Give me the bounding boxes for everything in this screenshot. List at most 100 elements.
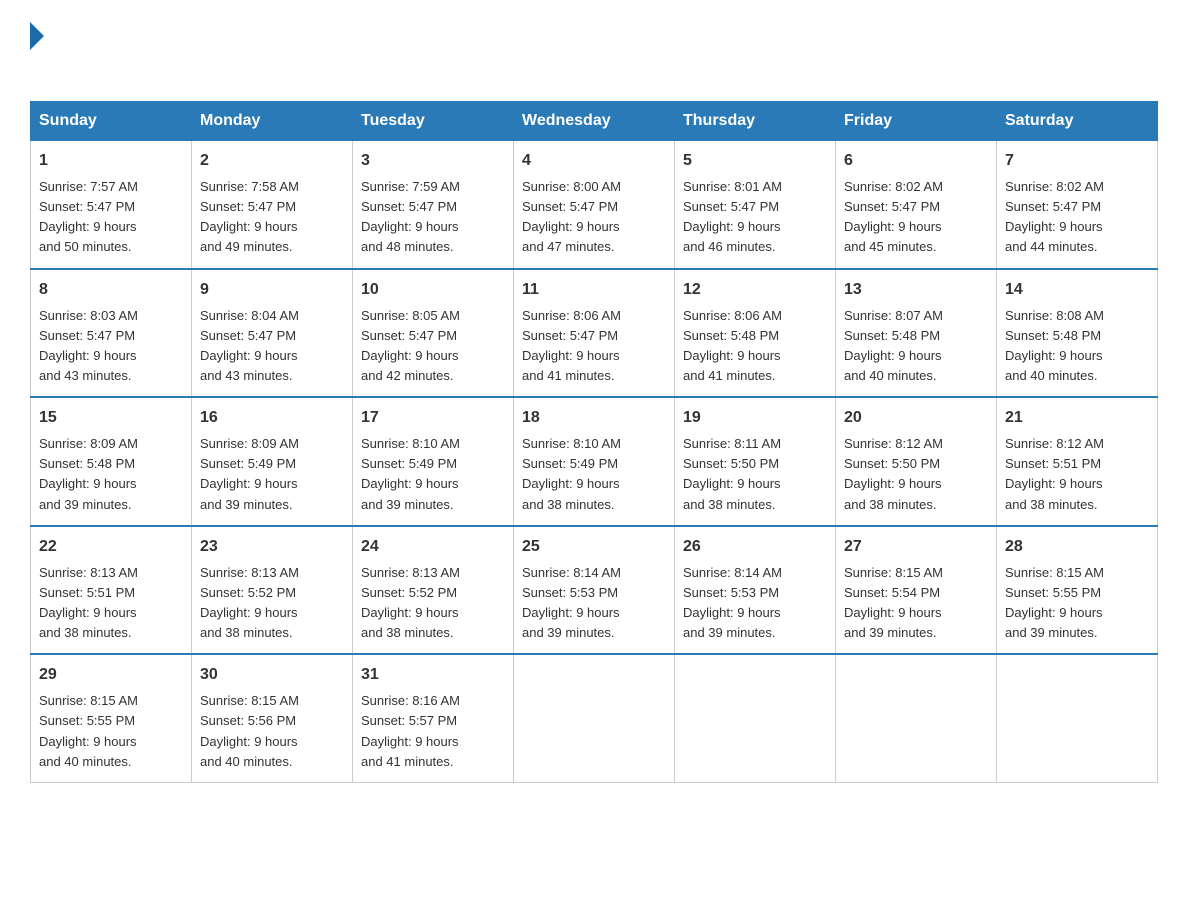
day-info: Sunrise: 8:08 AM Sunset: 5:48 PM Dayligh… — [1005, 306, 1149, 387]
day-number: 4 — [522, 149, 666, 173]
day-cell-11: 11 Sunrise: 8:06 AM Sunset: 5:47 PM Dayl… — [514, 269, 675, 398]
day-cell-26: 26 Sunrise: 8:14 AM Sunset: 5:53 PM Dayl… — [675, 526, 836, 655]
day-number: 6 — [844, 149, 988, 173]
day-cell-15: 15 Sunrise: 8:09 AM Sunset: 5:48 PM Dayl… — [31, 397, 192, 526]
day-info: Sunrise: 8:06 AM Sunset: 5:48 PM Dayligh… — [683, 306, 827, 387]
day-number: 31 — [361, 663, 505, 687]
empty-cell — [836, 654, 997, 782]
day-info: Sunrise: 8:16 AM Sunset: 5:57 PM Dayligh… — [361, 691, 505, 772]
day-info: Sunrise: 8:12 AM Sunset: 5:51 PM Dayligh… — [1005, 434, 1149, 515]
day-number: 8 — [39, 278, 183, 302]
calendar-table: SundayMondayTuesdayWednesdayThursdayFrid… — [30, 101, 1158, 783]
day-info: Sunrise: 8:04 AM Sunset: 5:47 PM Dayligh… — [200, 306, 344, 387]
week-row-1: 1 Sunrise: 7:57 AM Sunset: 5:47 PM Dayli… — [31, 141, 1158, 269]
logo-arrow-icon — [30, 22, 44, 50]
day-number: 20 — [844, 406, 988, 430]
day-cell-13: 13 Sunrise: 8:07 AM Sunset: 5:48 PM Dayl… — [836, 269, 997, 398]
empty-cell — [514, 654, 675, 782]
week-row-5: 29 Sunrise: 8:15 AM Sunset: 5:55 PM Dayl… — [31, 654, 1158, 782]
day-cell-5: 5 Sunrise: 8:01 AM Sunset: 5:47 PM Dayli… — [675, 141, 836, 269]
day-info: Sunrise: 8:14 AM Sunset: 5:53 PM Dayligh… — [683, 563, 827, 644]
day-number: 24 — [361, 535, 505, 559]
day-cell-21: 21 Sunrise: 8:12 AM Sunset: 5:51 PM Dayl… — [997, 397, 1158, 526]
day-number: 1 — [39, 149, 183, 173]
day-cell-23: 23 Sunrise: 8:13 AM Sunset: 5:52 PM Dayl… — [192, 526, 353, 655]
day-info: Sunrise: 8:10 AM Sunset: 5:49 PM Dayligh… — [522, 434, 666, 515]
day-info: Sunrise: 8:15 AM Sunset: 5:55 PM Dayligh… — [39, 691, 183, 772]
day-info: Sunrise: 8:09 AM Sunset: 5:49 PM Dayligh… — [200, 434, 344, 515]
day-cell-25: 25 Sunrise: 8:14 AM Sunset: 5:53 PM Dayl… — [514, 526, 675, 655]
day-number: 3 — [361, 149, 505, 173]
day-cell-16: 16 Sunrise: 8:09 AM Sunset: 5:49 PM Dayl… — [192, 397, 353, 526]
day-info: Sunrise: 7:58 AM Sunset: 5:47 PM Dayligh… — [200, 177, 344, 258]
day-info: Sunrise: 8:05 AM Sunset: 5:47 PM Dayligh… — [361, 306, 505, 387]
day-info: Sunrise: 8:10 AM Sunset: 5:49 PM Dayligh… — [361, 434, 505, 515]
header-cell-tuesday: Tuesday — [353, 102, 514, 141]
day-info: Sunrise: 8:13 AM Sunset: 5:52 PM Dayligh… — [200, 563, 344, 644]
day-number: 11 — [522, 278, 666, 302]
day-cell-2: 2 Sunrise: 7:58 AM Sunset: 5:47 PM Dayli… — [192, 141, 353, 269]
day-cell-27: 27 Sunrise: 8:15 AM Sunset: 5:54 PM Dayl… — [836, 526, 997, 655]
day-number: 19 — [683, 406, 827, 430]
week-row-4: 22 Sunrise: 8:13 AM Sunset: 5:51 PM Dayl… — [31, 526, 1158, 655]
day-cell-28: 28 Sunrise: 8:15 AM Sunset: 5:55 PM Dayl… — [997, 526, 1158, 655]
day-info: Sunrise: 8:09 AM Sunset: 5:48 PM Dayligh… — [39, 434, 183, 515]
day-info: Sunrise: 8:01 AM Sunset: 5:47 PM Dayligh… — [683, 177, 827, 258]
day-info: Sunrise: 8:07 AM Sunset: 5:48 PM Dayligh… — [844, 306, 988, 387]
week-row-2: 8 Sunrise: 8:03 AM Sunset: 5:47 PM Dayli… — [31, 269, 1158, 398]
day-number: 5 — [683, 149, 827, 173]
day-number: 30 — [200, 663, 344, 687]
day-number: 26 — [683, 535, 827, 559]
day-info: Sunrise: 8:02 AM Sunset: 5:47 PM Dayligh… — [1005, 177, 1149, 258]
day-cell-1: 1 Sunrise: 7:57 AM Sunset: 5:47 PM Dayli… — [31, 141, 192, 269]
day-number: 23 — [200, 535, 344, 559]
day-info: Sunrise: 7:57 AM Sunset: 5:47 PM Dayligh… — [39, 177, 183, 258]
page-header — [30, 20, 1158, 81]
day-number: 17 — [361, 406, 505, 430]
day-number: 28 — [1005, 535, 1149, 559]
day-number: 29 — [39, 663, 183, 687]
day-number: 16 — [200, 406, 344, 430]
day-number: 15 — [39, 406, 183, 430]
day-number: 10 — [361, 278, 505, 302]
empty-cell — [675, 654, 836, 782]
day-cell-22: 22 Sunrise: 8:13 AM Sunset: 5:51 PM Dayl… — [31, 526, 192, 655]
day-cell-12: 12 Sunrise: 8:06 AM Sunset: 5:48 PM Dayl… — [675, 269, 836, 398]
header-cell-wednesday: Wednesday — [514, 102, 675, 141]
day-info: Sunrise: 8:15 AM Sunset: 5:55 PM Dayligh… — [1005, 563, 1149, 644]
header-cell-thursday: Thursday — [675, 102, 836, 141]
day-info: Sunrise: 7:59 AM Sunset: 5:47 PM Dayligh… — [361, 177, 505, 258]
day-cell-18: 18 Sunrise: 8:10 AM Sunset: 5:49 PM Dayl… — [514, 397, 675, 526]
header-cell-sunday: Sunday — [31, 102, 192, 141]
day-number: 22 — [39, 535, 183, 559]
day-info: Sunrise: 8:15 AM Sunset: 5:54 PM Dayligh… — [844, 563, 988, 644]
day-number: 14 — [1005, 278, 1149, 302]
header-cell-friday: Friday — [836, 102, 997, 141]
day-info: Sunrise: 8:11 AM Sunset: 5:50 PM Dayligh… — [683, 434, 827, 515]
day-cell-3: 3 Sunrise: 7:59 AM Sunset: 5:47 PM Dayli… — [353, 141, 514, 269]
header-row: SundayMondayTuesdayWednesdayThursdayFrid… — [31, 102, 1158, 141]
week-row-3: 15 Sunrise: 8:09 AM Sunset: 5:48 PM Dayl… — [31, 397, 1158, 526]
logo — [30, 20, 44, 81]
day-number: 25 — [522, 535, 666, 559]
day-info: Sunrise: 8:13 AM Sunset: 5:51 PM Dayligh… — [39, 563, 183, 644]
day-number: 12 — [683, 278, 827, 302]
empty-cell — [997, 654, 1158, 782]
day-cell-4: 4 Sunrise: 8:00 AM Sunset: 5:47 PM Dayli… — [514, 141, 675, 269]
header-cell-monday: Monday — [192, 102, 353, 141]
day-number: 27 — [844, 535, 988, 559]
day-number: 7 — [1005, 149, 1149, 173]
day-cell-24: 24 Sunrise: 8:13 AM Sunset: 5:52 PM Dayl… — [353, 526, 514, 655]
day-cell-29: 29 Sunrise: 8:15 AM Sunset: 5:55 PM Dayl… — [31, 654, 192, 782]
day-info: Sunrise: 8:00 AM Sunset: 5:47 PM Dayligh… — [522, 177, 666, 258]
day-number: 9 — [200, 278, 344, 302]
day-cell-17: 17 Sunrise: 8:10 AM Sunset: 5:49 PM Dayl… — [353, 397, 514, 526]
day-cell-14: 14 Sunrise: 8:08 AM Sunset: 5:48 PM Dayl… — [997, 269, 1158, 398]
day-cell-10: 10 Sunrise: 8:05 AM Sunset: 5:47 PM Dayl… — [353, 269, 514, 398]
day-info: Sunrise: 8:14 AM Sunset: 5:53 PM Dayligh… — [522, 563, 666, 644]
day-cell-20: 20 Sunrise: 8:12 AM Sunset: 5:50 PM Dayl… — [836, 397, 997, 526]
day-number: 13 — [844, 278, 988, 302]
day-cell-8: 8 Sunrise: 8:03 AM Sunset: 5:47 PM Dayli… — [31, 269, 192, 398]
day-cell-31: 31 Sunrise: 8:16 AM Sunset: 5:57 PM Dayl… — [353, 654, 514, 782]
day-number: 18 — [522, 406, 666, 430]
